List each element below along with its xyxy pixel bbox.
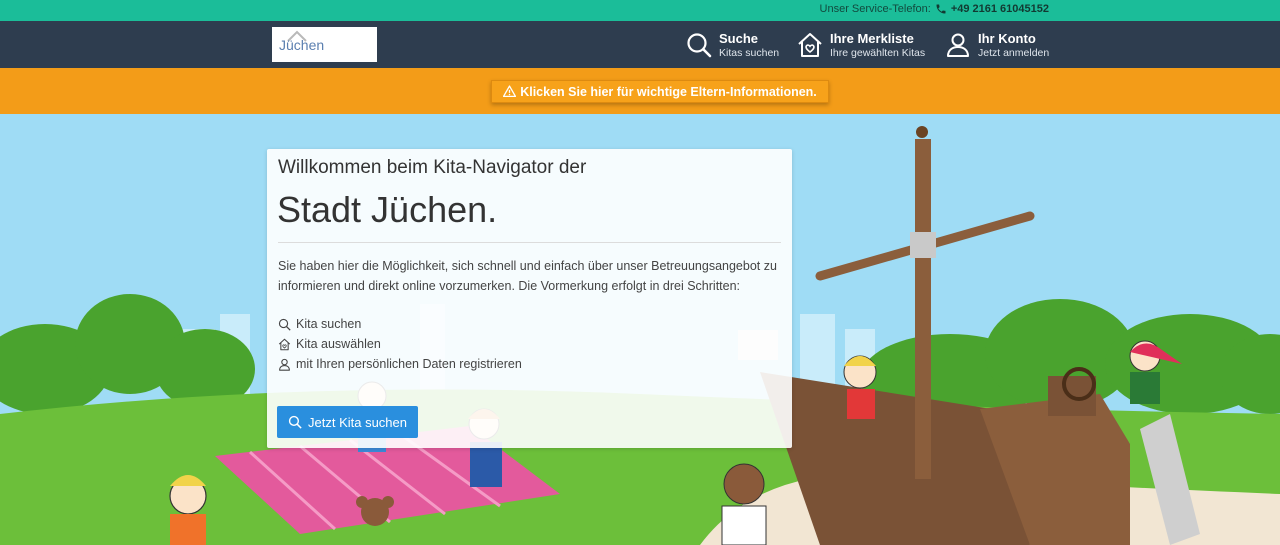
welcome-intro: Sie haben hier die Möglichkeit, sich sch… xyxy=(278,259,777,293)
step-label: Kita auswählen xyxy=(296,337,381,351)
service-label: Unser Service-Telefon: xyxy=(819,3,931,15)
house-heart-icon xyxy=(278,338,291,350)
phone-icon xyxy=(936,4,946,14)
parent-info-button[interactable]: Klicken Sie hier für wichtige Eltern-Inf… xyxy=(491,80,829,103)
welcome-heading-line1: Willkommen beim Kita-Navigator der xyxy=(278,157,587,178)
welcome-card: Willkommen beim Kita-Navigator der Stadt… xyxy=(267,149,792,448)
house-heart-icon xyxy=(798,33,822,57)
search-icon xyxy=(687,33,712,58)
nav-search-subtitle: Kitas suchen xyxy=(719,46,780,59)
nav-watchlist[interactable]: Ihre Merkliste Ihre gewählten Kitas xyxy=(796,28,925,62)
service-bar: Unser Service-Telefon: +49 2161 61045152 xyxy=(0,0,1280,21)
nav-search[interactable]: Suche Kitas suchen xyxy=(685,28,779,62)
logo[interactable]: Jüchen xyxy=(272,27,377,62)
warning-icon xyxy=(503,85,517,98)
search-kita-button[interactable]: Jetzt Kita suchen xyxy=(277,406,418,438)
nav-account-subtitle: Jetzt anmelden xyxy=(978,46,1050,59)
step-label: mit Ihren persönlichen Daten registriere… xyxy=(296,357,522,371)
parent-info-bar: Klicken Sie hier für wichtige Eltern-Inf… xyxy=(0,68,1280,114)
search-icon xyxy=(278,318,291,331)
nav-watchlist-subtitle: Ihre gewählten Kitas xyxy=(830,46,926,59)
parent-info-label: Klicken Sie hier für wichtige Eltern-Inf… xyxy=(520,84,817,99)
service-phone: Unser Service-Telefon: +49 2161 61045152 xyxy=(820,3,1049,15)
search-kita-button-label: Jetzt Kita suchen xyxy=(308,414,407,430)
step-item: Kita suchen xyxy=(278,314,522,334)
logo-text: Jüchen xyxy=(279,37,325,53)
welcome-heading-line2: Stadt Jüchen. xyxy=(277,189,498,230)
step-item: Kita auswählen xyxy=(278,334,522,354)
step-label: Kita suchen xyxy=(296,317,362,331)
user-icon xyxy=(947,33,969,57)
nav-account-title: Ihr Konto xyxy=(978,30,1036,46)
search-icon xyxy=(288,415,302,429)
service-phone-number[interactable]: +49 2161 61045152 xyxy=(951,3,1049,15)
main-header: Jüchen Suche Kitas suchen Ihre Merkliste… xyxy=(0,21,1280,68)
step-item: mit Ihren persönlichen Daten registriere… xyxy=(278,354,522,374)
nav-account[interactable]: Ihr Konto Jetzt anmelden xyxy=(944,28,1049,62)
welcome-divider xyxy=(278,242,781,243)
steps-list: Kita suchen Kita auswählen mit Ihren per… xyxy=(278,314,522,374)
user-icon xyxy=(279,358,290,371)
nav-watchlist-title: Ihre Merkliste xyxy=(830,30,914,46)
nav-search-title: Suche xyxy=(719,30,759,46)
